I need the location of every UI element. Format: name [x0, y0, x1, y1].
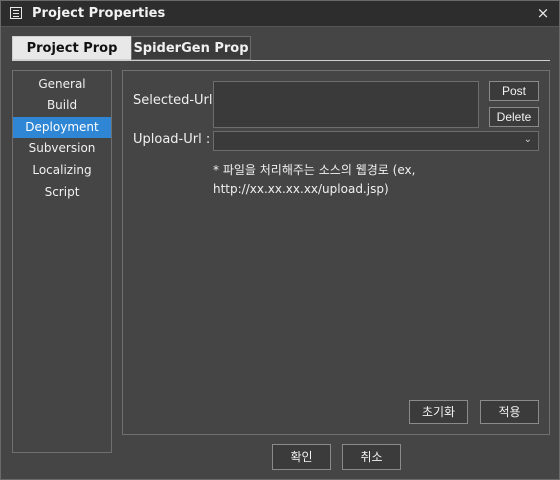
tab-spidergen-prop[interactable]: SpiderGen Prop	[131, 36, 251, 60]
sidebar-item-build[interactable]: Build	[13, 95, 111, 116]
apply-button[interactable]: 적용	[480, 400, 539, 424]
window-icon	[10, 7, 22, 19]
post-button[interactable]: Post	[489, 81, 539, 101]
project-properties-window: Project Properties × Project Prop Spider…	[0, 0, 560, 480]
upload-url-label: Upload-Url :	[133, 132, 211, 147]
sidebar-item-general[interactable]: General	[13, 74, 111, 95]
hint-line-2: http://xx.xx.xx.xx/upload.jsp)	[213, 182, 389, 196]
upload-url-select[interactable]: ⌄	[213, 131, 539, 151]
chevron-down-icon: ⌄	[523, 134, 532, 145]
sidebar-item-subversion[interactable]: Subversion	[13, 138, 111, 159]
selected-url-label: Selected-Url :	[133, 93, 222, 108]
reset-button[interactable]: 초기화	[409, 400, 468, 424]
settings-sidebar: General Build Deployment Subversion Loca…	[12, 70, 112, 453]
selected-url-field[interactable]	[213, 81, 479, 128]
tab-project-prop[interactable]: Project Prop	[12, 36, 132, 60]
hint-line-1: * 파일을 처리해주는 소스의 웹경로 (ex,	[213, 163, 416, 177]
sidebar-item-localizing[interactable]: Localizing	[13, 160, 111, 181]
sidebar-item-deployment[interactable]: Deployment	[13, 117, 111, 138]
close-icon[interactable]: ×	[535, 3, 551, 23]
delete-button[interactable]: Delete	[489, 107, 539, 127]
title-bar: Project Properties ×	[1, 1, 559, 27]
sidebar-item-script[interactable]: Script	[13, 182, 111, 203]
ok-button[interactable]: 확인	[272, 444, 331, 470]
window-title: Project Properties	[32, 6, 166, 21]
cancel-button[interactable]: 취소	[342, 444, 401, 470]
upload-url-hint: * 파일을 처리해주는 소스의 웹경로 (ex, http://xx.xx.xx…	[213, 161, 513, 199]
tab-divider	[12, 60, 550, 61]
